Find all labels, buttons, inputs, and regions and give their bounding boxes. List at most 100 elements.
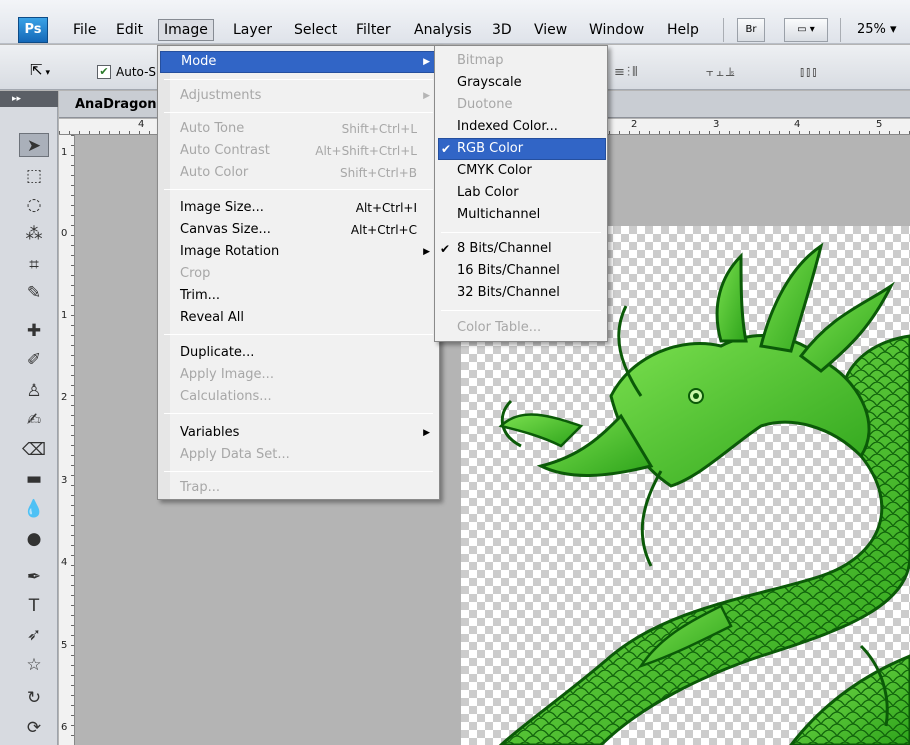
bridge-button[interactable]: Br <box>737 18 765 42</box>
mode-item-multichannel[interactable]: Multichannel <box>457 205 540 225</box>
move-tool-preset-icon[interactable]: ⇱ ▾ <box>30 61 50 79</box>
document-title: AnaDragon <box>75 97 157 112</box>
marquee-tool-icon[interactable]: ⬚ <box>19 164 49 188</box>
image-menu: Mode ▶ Adjustments ▶ Auto Tone Shift+Ctr… <box>157 45 440 500</box>
menu-item-auto-tone[interactable]: Auto Tone <box>180 119 244 139</box>
menu-edit[interactable]: Edit <box>111 19 148 41</box>
align-icons[interactable]: ≡⫶⫴ <box>614 65 640 80</box>
menu-select[interactable]: Select <box>289 19 342 41</box>
mode-item-bitmap[interactable]: Bitmap <box>457 51 504 71</box>
magic-wand-icon[interactable]: ⁂ <box>19 222 49 246</box>
dodge-tool-icon[interactable]: ● <box>19 527 49 551</box>
ruler-number: 1 <box>61 147 68 158</box>
mode-item-lab-color[interactable]: Lab Color <box>457 183 519 203</box>
mode-item-grayscale[interactable]: Grayscale <box>457 73 522 93</box>
lasso-tool-icon[interactable]: ◌ <box>19 193 49 217</box>
vertical-ruler[interactable]: 1 0 1 2 3 4 5 6 <box>59 135 75 745</box>
ruler-number: 5 <box>876 119 883 130</box>
auto-select-checkbox[interactable]: ✔ <box>97 65 111 79</box>
menu-item-crop[interactable]: Crop <box>180 264 210 284</box>
menu-view[interactable]: View <box>529 19 572 41</box>
distribute-horizontal-icons[interactable]: ⫾⫾⫾ <box>800 65 818 80</box>
menu-item-calculations[interactable]: Calculations... <box>180 387 272 407</box>
blur-tool-icon[interactable]: 💧 <box>19 497 49 521</box>
shortcut-canvas-size: Alt+Ctrl+C <box>350 223 417 237</box>
menu-separator <box>164 413 433 414</box>
photoshop-logo: Ps <box>18 17 48 43</box>
submenu-arrow-icon: ▶ <box>423 428 430 438</box>
menu-separator <box>164 189 433 190</box>
ruler-number: 1 <box>61 310 68 321</box>
menu-item-mode[interactable]: Mode ▶ <box>160 51 437 73</box>
distribute-vertical-icons[interactable]: ⫟⫠⫡ <box>706 65 736 80</box>
mode-item-cmyk-color[interactable]: CMYK Color <box>457 161 532 181</box>
menu-help[interactable]: Help <box>662 19 704 41</box>
menu-analysis[interactable]: Analysis <box>409 19 477 41</box>
mode-item-color-table[interactable]: Color Table... <box>457 318 541 338</box>
chevron-down-icon: ▾ <box>890 22 897 37</box>
type-tool-icon[interactable]: T <box>19 594 49 618</box>
pen-tool-icon[interactable]: ✒ <box>19 565 49 589</box>
mode-submenu: Bitmap Grayscale Duotone Indexed Color..… <box>434 45 608 342</box>
menu-filter[interactable]: Filter <box>351 19 396 41</box>
path-selection-icon[interactable]: ➶ <box>19 623 49 647</box>
menu-item-image-rotation[interactable]: Image Rotation <box>180 242 279 262</box>
menu-item-trap[interactable]: Trap... <box>180 478 220 498</box>
3d-rotate-icon[interactable]: ↻ <box>19 686 49 710</box>
zoom-level[interactable]: 25% ▾ <box>857 19 897 41</box>
zoom-value: 25% <box>857 22 886 37</box>
menu-separator <box>164 471 433 472</box>
screen-mode-button[interactable]: ▭ ▾ <box>784 18 828 42</box>
eraser-tool-icon[interactable]: ⌫ <box>19 438 49 462</box>
chevron-down-icon: ▾ <box>809 24 815 35</box>
menu-item-trim[interactable]: Trim... <box>180 286 220 306</box>
shortcut-auto-contrast: Alt+Shift+Ctrl+L <box>315 144 417 158</box>
menu-window[interactable]: Window <box>584 19 649 41</box>
mode-item-duotone[interactable]: Duotone <box>457 95 513 115</box>
checkmark-icon: ✔ <box>440 242 451 256</box>
menu-3d[interactable]: 3D <box>487 19 517 41</box>
mode-item-32-bits[interactable]: 32 Bits/Channel <box>457 283 560 303</box>
mode-item-16-bits[interactable]: 16 Bits/Channel <box>457 261 560 281</box>
gradient-tool-icon[interactable]: ▬ <box>19 467 49 491</box>
menu-layer[interactable]: Layer <box>228 19 277 41</box>
shortcut-auto-color: Shift+Ctrl+B <box>340 166 417 180</box>
shape-tool-icon[interactable]: ☆ <box>19 653 49 677</box>
menu-item-apply-image[interactable]: Apply Image... <box>180 365 274 385</box>
checkmark-icon: ✔ <box>441 142 452 156</box>
menu-item-label: Mode <box>181 54 217 69</box>
menu-item-apply-data-set[interactable]: Apply Data Set... <box>180 445 290 465</box>
screen-mode-icon: ▭ <box>797 24 807 35</box>
menu-item-reveal-all[interactable]: Reveal All <box>180 308 244 328</box>
menu-item-variables[interactable]: Variables <box>180 423 239 443</box>
menu-item-canvas-size[interactable]: Canvas Size... <box>180 220 271 240</box>
panel-collapse-icon[interactable]: ▸▸ <box>0 91 58 107</box>
healing-brush-icon[interactable]: ✚ <box>19 319 49 343</box>
menu-file[interactable]: File <box>68 19 101 41</box>
menu-separator <box>164 112 433 113</box>
tools-panel: ▸▸ ➤ ⬚ ◌ ⁂ ⌗ ✎ ✚ ✐ ♙ ✍ ⌫ ▬ 💧 ● ✒ T ➶ ☆ ↻… <box>0 91 58 745</box>
menu-image[interactable]: Image <box>158 19 214 41</box>
ruler-number: 4 <box>794 119 801 130</box>
menu-item-auto-color[interactable]: Auto Color <box>180 163 248 183</box>
menu-item-auto-contrast[interactable]: Auto Contrast <box>180 141 270 161</box>
menu-item-duplicate[interactable]: Duplicate... <box>180 343 254 363</box>
menu-gutter <box>158 46 170 499</box>
menu-bar: Ps File Edit Image Layer Select Filter A… <box>0 0 910 44</box>
submenu-arrow-icon: ▶ <box>423 247 430 257</box>
mode-item-indexed-color[interactable]: Indexed Color... <box>457 117 558 137</box>
mode-item-8-bits[interactable]: 8 Bits/Channel <box>457 239 552 259</box>
mode-item-rgb-color[interactable]: ✔ RGB Color <box>438 138 606 160</box>
eyedropper-tool-icon[interactable]: ✎ <box>19 281 49 305</box>
clone-stamp-icon[interactable]: ♙ <box>19 379 49 403</box>
menubar-separator <box>723 18 724 42</box>
brush-tool-icon[interactable]: ✐ <box>19 348 49 372</box>
history-brush-icon[interactable]: ✍ <box>19 408 49 432</box>
crop-tool-icon[interactable]: ⌗ <box>19 253 49 277</box>
menu-item-image-size[interactable]: Image Size... <box>180 198 264 218</box>
move-tool-icon[interactable]: ➤ <box>19 133 49 157</box>
ruler-number: 3 <box>713 119 720 130</box>
3d-orbit-icon[interactable]: ⟳ <box>19 716 49 740</box>
menu-item-adjustments[interactable]: Adjustments <box>180 86 261 106</box>
menu-separator <box>441 310 601 311</box>
